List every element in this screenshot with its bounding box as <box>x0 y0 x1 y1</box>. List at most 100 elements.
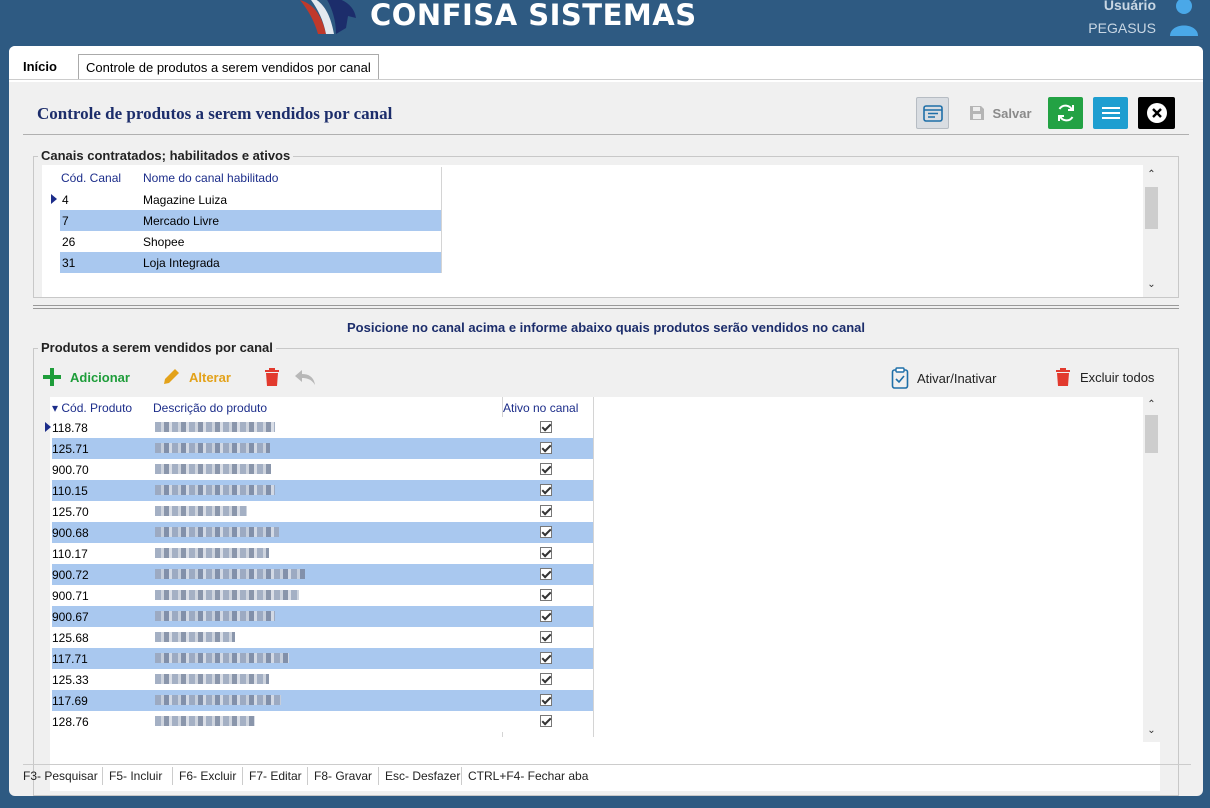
page-title: Controle de produtos a serem vendidos po… <box>37 104 393 123</box>
shortcut-edit: F7- Editar <box>249 769 302 783</box>
active-checkbox[interactable] <box>540 589 552 601</box>
scroll-thumb[interactable] <box>1145 415 1158 453</box>
title-divider <box>23 134 1189 135</box>
table-row[interactable]: 7 Mercado Livre <box>60 210 441 231</box>
table-row[interactable]: 128.76 <box>52 711 593 732</box>
shortcut-close-tab: CTRL+F4- Fechar aba <box>468 769 589 783</box>
instruction-hint: Posicione no canal acima e informe abaix… <box>347 320 865 335</box>
product-code: 110.15 <box>52 484 88 498</box>
redacted-description <box>155 653 289 663</box>
refresh-button[interactable] <box>1048 97 1083 129</box>
table-row[interactable]: 118.78 <box>45 417 593 438</box>
table-row[interactable]: 117.71 <box>52 648 593 669</box>
column-header-description[interactable]: Descrição do produto <box>153 401 267 415</box>
active-checkbox[interactable] <box>540 673 552 685</box>
edit-button[interactable]: Alterar <box>161 367 231 387</box>
table-row[interactable]: 4 Magazine Luiza <box>51 189 441 210</box>
table-row[interactable]: 110.17 <box>52 543 593 564</box>
active-checkbox[interactable] <box>540 463 552 475</box>
active-checkbox[interactable] <box>540 505 552 517</box>
table-row[interactable]: 125.71 <box>52 438 593 459</box>
status-bar: F3- Pesquisar F5- Incluir F6- Excluir F7… <box>23 764 1191 786</box>
products-group: Produtos a serem vendidos por canal Adic… <box>33 340 1179 796</box>
trash-icon <box>1056 368 1070 386</box>
active-checkbox[interactable] <box>540 568 552 580</box>
column-header-product-code[interactable]: ▾ Cód. Produto <box>52 401 132 415</box>
save-button[interactable]: Salvar <box>963 97 1037 129</box>
active-checkbox[interactable] <box>540 610 552 622</box>
tab-product-channel-control[interactable]: Controle de produtos a serem vendidos po… <box>78 54 379 80</box>
scroll-thumb[interactable] <box>1145 187 1158 229</box>
table-row[interactable]: 117.69 <box>52 690 593 711</box>
active-checkbox[interactable] <box>540 631 552 643</box>
add-button[interactable]: Adicionar <box>42 367 130 387</box>
active-checkbox[interactable] <box>540 652 552 664</box>
active-checkbox[interactable] <box>540 526 552 538</box>
column-header-channel-code[interactable]: Cód. Canal <box>61 171 121 185</box>
product-code: 900.72 <box>52 568 89 582</box>
logo-icon <box>300 0 356 34</box>
plus-icon <box>43 368 61 386</box>
active-checkbox[interactable] <box>540 421 552 433</box>
table-row[interactable]: 26 Shopee <box>60 231 441 252</box>
refresh-icon <box>1057 104 1074 122</box>
table-row[interactable]: 31 Loja Integrada <box>60 252 441 273</box>
product-code: 900.71 <box>52 589 89 603</box>
close-button[interactable] <box>1138 97 1175 129</box>
scroll-up-icon[interactable]: ⌃ <box>1146 169 1157 180</box>
table-row[interactable]: 125.68 <box>52 627 593 648</box>
save-icon <box>970 106 985 120</box>
redacted-description <box>155 548 269 558</box>
menu-button[interactable] <box>1093 97 1128 129</box>
active-checkbox[interactable] <box>540 547 552 559</box>
table-row[interactable]: 110.15 <box>52 480 593 501</box>
products-grid: ▾ Cód. Produto Descrição do produto Ativ… <box>45 397 1160 791</box>
undo-icon[interactable] <box>293 367 317 387</box>
add-label: Adicionar <box>70 369 130 385</box>
channel-name: Mercado Livre <box>143 214 220 228</box>
panel-splitter[interactable] <box>33 305 1179 309</box>
products-group-label: Produtos a serem vendidos por canal <box>38 340 276 355</box>
table-row[interactable]: 900.70 <box>52 459 593 480</box>
table-row[interactable]: 900.71 <box>52 585 593 606</box>
table-row[interactable]: 900.67 <box>52 606 593 627</box>
products-scrollbar[interactable]: ⌃ ⌄ <box>1143 397 1160 742</box>
active-checkbox[interactable] <box>540 484 552 496</box>
clipboard-check-icon <box>891 367 909 389</box>
channel-code: 7 <box>62 214 69 228</box>
user-label: Usuário <box>1103 0 1156 13</box>
table-row[interactable]: 125.70 <box>52 501 593 522</box>
product-code: 117.71 <box>52 652 88 666</box>
channel-name: Shopee <box>143 235 185 249</box>
redacted-description <box>155 716 255 726</box>
redacted-description <box>155 506 247 516</box>
grid-divider <box>593 397 594 737</box>
table-row[interactable]: 900.72 <box>52 564 593 585</box>
column-header-channel-name[interactable]: Nome do canal habilitado <box>143 171 278 185</box>
trash-icon[interactable] <box>263 367 281 387</box>
table-row[interactable]: 125.33 <box>52 669 593 690</box>
tab-home[interactable]: Início <box>16 54 64 80</box>
shortcut-undo: Esc- Desfazer <box>385 769 461 783</box>
table-row[interactable]: 900.68 <box>52 522 593 543</box>
tab-divider <box>9 79 1203 80</box>
active-checkbox[interactable] <box>540 694 552 706</box>
user-icon[interactable] <box>1168 0 1200 38</box>
channel-code: 31 <box>62 256 76 270</box>
redacted-description <box>155 632 235 642</box>
scroll-up-icon[interactable]: ⌃ <box>1146 399 1157 410</box>
active-checkbox[interactable] <box>540 442 552 454</box>
scroll-down-icon[interactable]: ⌄ <box>1146 279 1157 290</box>
active-checkbox[interactable] <box>540 715 552 727</box>
channels-grid: Cód. Canal Nome do canal habilitado 4 Ma… <box>42 165 1160 297</box>
toggle-active-button[interactable]: Ativar/Inativar <box>891 367 996 389</box>
delete-all-button[interactable]: Excluir todos <box>1054 367 1154 387</box>
calendar-icon <box>922 105 943 122</box>
redacted-description <box>155 695 281 705</box>
scroll-down-icon[interactable]: ⌄ <box>1146 725 1157 736</box>
close-icon <box>1146 103 1167 123</box>
main-panel: Início Controle de produtos a serem vend… <box>9 46 1203 796</box>
calendar-button[interactable] <box>916 97 949 129</box>
channels-scrollbar[interactable]: ⌃ ⌄ <box>1143 165 1160 297</box>
column-header-active[interactable]: Ativo no canal <box>503 401 578 415</box>
